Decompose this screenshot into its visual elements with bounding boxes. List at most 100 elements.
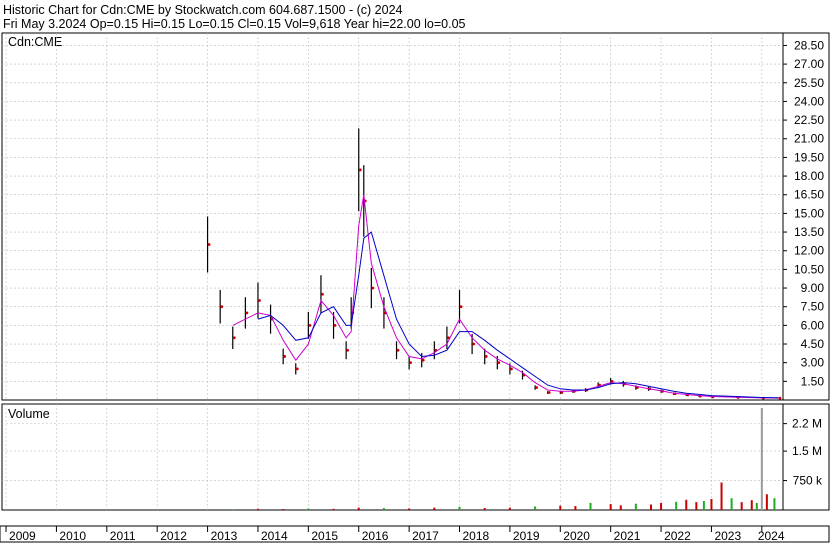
price-tick-label: 15.00: [794, 206, 824, 220]
volume-bar: [710, 499, 713, 510]
volume-bar: [702, 500, 705, 510]
close-dot: [497, 361, 501, 365]
x-axis-tick-label: 2010: [59, 529, 86, 543]
volume-bar: [773, 498, 776, 510]
volume-bar: [483, 508, 486, 510]
volume-tick-label: 1.5 M: [792, 444, 822, 458]
volume-bar: [433, 507, 436, 510]
close-dot: [371, 286, 375, 290]
x-axis-tick-label: 2021: [614, 529, 641, 543]
volume-bar: [458, 506, 461, 510]
volume-tick-label: 2.2 M: [792, 417, 822, 431]
close-dot: [308, 323, 312, 327]
x-axis-tick-label: 2018: [463, 529, 490, 543]
price-tick-label: 9.00: [801, 281, 825, 295]
volume-bar: [534, 506, 537, 510]
volume-bar: [649, 504, 652, 510]
price-tick-label: 22.50: [794, 113, 824, 127]
close-dot: [232, 336, 236, 340]
volume-bar: [619, 505, 622, 510]
volume-bar: [559, 505, 562, 510]
close-dot: [321, 292, 324, 296]
x-axis-tick-label: 2016: [362, 529, 389, 543]
x-axis-tick-label: 2015: [311, 529, 338, 543]
close-dot: [421, 358, 425, 362]
volume-bar: [695, 502, 698, 510]
price-tick-label: 19.50: [794, 150, 824, 164]
price-panel-title: Cdn:CME: [8, 35, 62, 49]
x-axis-tick-label: 2017: [412, 529, 439, 543]
volume-bar: [256, 508, 259, 510]
chart-background: [0, 0, 830, 543]
close-dot: [283, 355, 287, 358]
stockwatch-chart-window: Historic Chart for Cdn:CME by Stockwatch…: [0, 0, 830, 543]
price-tick-label: 27.00: [794, 57, 824, 71]
close-dot: [396, 348, 400, 352]
x-axis-tick-label: 2024: [758, 529, 785, 543]
x-axis-tick-label: 2020: [563, 529, 590, 543]
volume-bar: [382, 508, 385, 510]
volume-panel-title: Volume: [8, 407, 50, 421]
volume-bar: [755, 502, 758, 510]
x-axis-tick-label: 2009: [9, 529, 36, 543]
volume-bar: [508, 507, 511, 510]
chart-canvas: Historic Chart for Cdn:CME by Stockwatch…: [0, 0, 830, 543]
price-tick-label: 7.50: [801, 300, 825, 314]
volume-bar: [589, 502, 592, 510]
volume-bar: [765, 494, 768, 510]
price-tick-label: 1.50: [801, 374, 825, 388]
close-dot: [207, 243, 211, 246]
volume-bar: [282, 509, 285, 510]
close-dot: [245, 311, 249, 315]
close-dot: [484, 355, 488, 358]
price-tick-label: 25.50: [794, 76, 824, 90]
volume-bar: [760, 407, 763, 510]
price-tick-label: 6.00: [801, 318, 825, 332]
price-tick-label: 10.50: [794, 262, 824, 276]
close-dot: [778, 396, 782, 400]
close-dot: [409, 361, 413, 365]
close-dot: [258, 299, 261, 302]
price-tick-label: 13.50: [794, 225, 824, 239]
volume-bar: [634, 503, 637, 510]
volume-bar: [660, 502, 663, 510]
header-line-1: Historic Chart for Cdn:CME by Stockwatch…: [3, 3, 403, 17]
volume-bar: [675, 501, 678, 510]
x-axis-tick-label: 2014: [261, 529, 288, 543]
close-dot: [547, 391, 551, 394]
price-tick-label: 24.00: [794, 94, 824, 108]
x-axis-tick-label: 2023: [714, 529, 741, 543]
x-axis-tick-label: 2012: [160, 529, 187, 543]
volume-bar: [609, 504, 612, 510]
x-axis-tick-label: 2013: [211, 529, 238, 543]
volume-bar: [408, 508, 411, 510]
close-dot: [333, 323, 337, 327]
volume-tick-label: 750 k: [793, 474, 823, 488]
close-dot: [472, 342, 476, 346]
price-tick-label: 4.50: [801, 337, 825, 351]
volume-bar: [357, 507, 360, 510]
close-dot: [459, 305, 463, 309]
header-line-2: Fri May 3.2024 Op=0.15 Hi=0.15 Lo=0.15 C…: [3, 17, 466, 31]
volume-bar: [720, 482, 723, 510]
price-tick-label: 12.00: [794, 244, 824, 258]
price-tick-label: 18.00: [794, 169, 824, 183]
volume-bar: [685, 499, 688, 510]
close-dot: [510, 367, 513, 371]
close-dot: [295, 367, 299, 371]
x-axis-tick-label: 2019: [513, 529, 540, 543]
volume-bar: [740, 502, 743, 510]
price-tick-label: 16.50: [794, 188, 824, 202]
volume-bar: [574, 506, 577, 510]
volume-bar: [332, 508, 335, 510]
x-axis-tick-label: 2022: [664, 529, 691, 543]
price-tick-label: 21.00: [794, 132, 824, 146]
close-dot: [358, 168, 362, 172]
price-tick-label: 28.50: [794, 38, 824, 52]
close-dot: [346, 348, 350, 352]
volume-bar: [730, 498, 733, 510]
close-dot: [220, 305, 224, 309]
price-tick-label: 3.00: [801, 356, 825, 370]
close-dot: [535, 386, 538, 389]
volume-bar: [307, 508, 310, 510]
